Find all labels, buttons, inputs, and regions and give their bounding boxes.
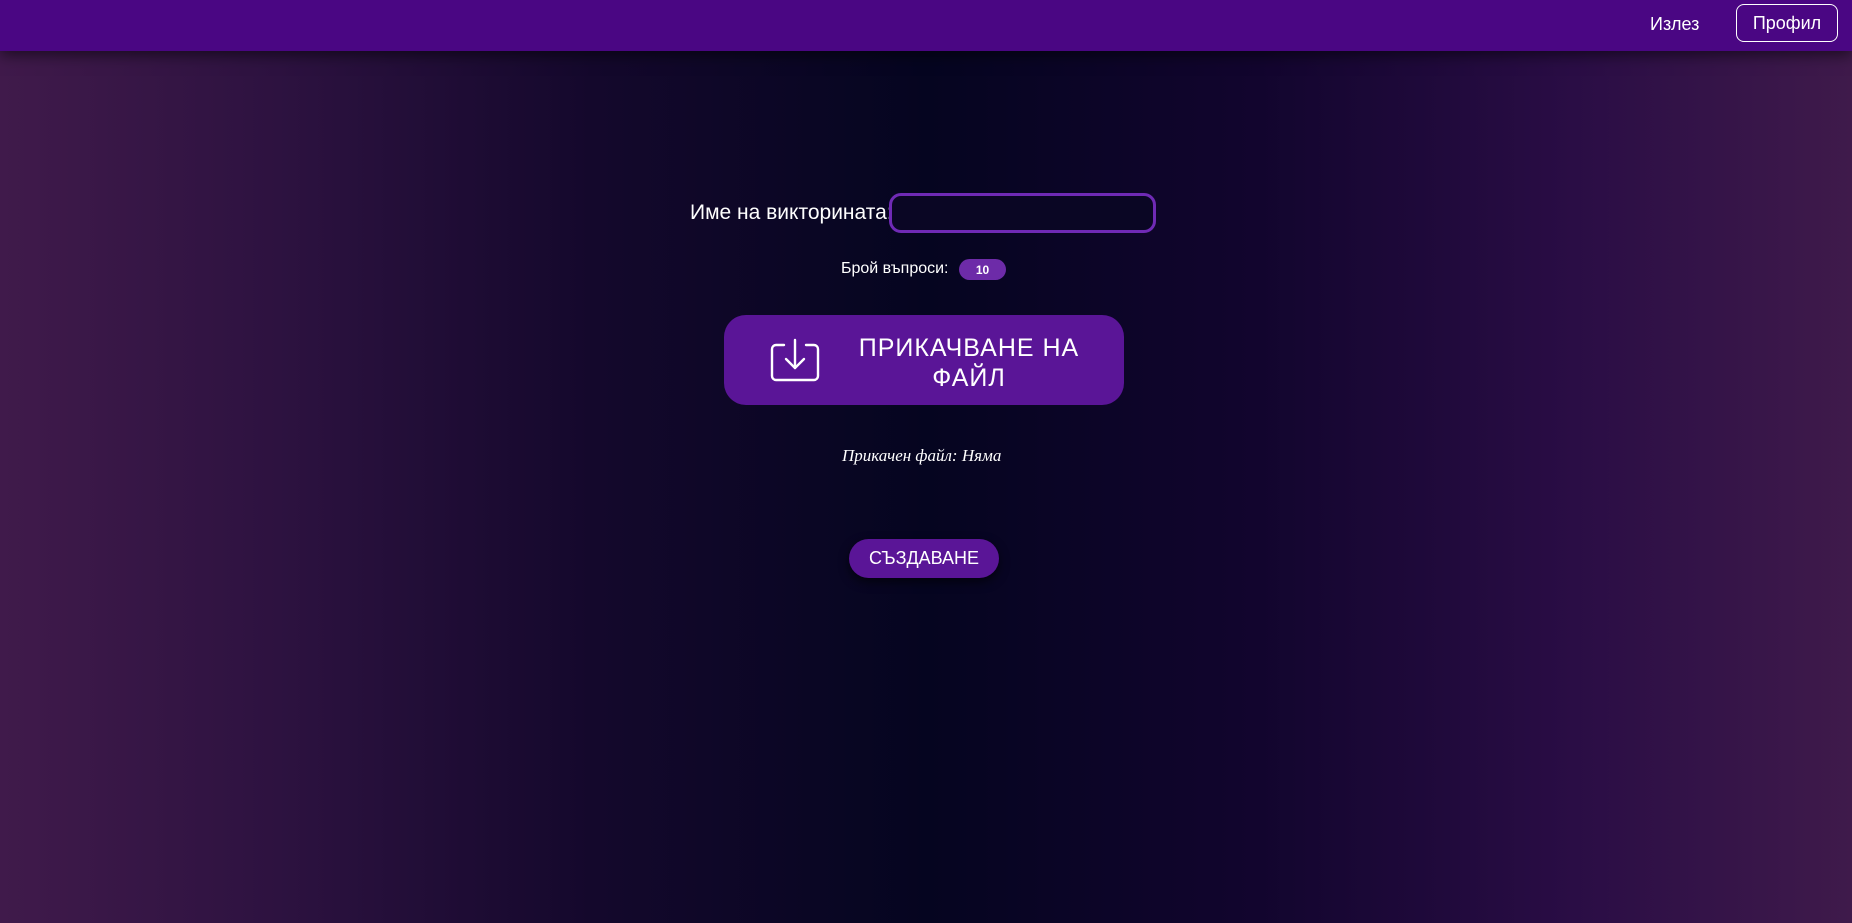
upload-file-button[interactable]: ПРИКАЧВАНЕ НА ФАЙЛ: [724, 315, 1124, 405]
quiz-name-input[interactable]: [889, 193, 1156, 233]
top-navbar: Излез Профил: [0, 0, 1852, 51]
download-tray-icon: [770, 338, 820, 382]
question-count-label: Брой въпроси:: [841, 260, 949, 277]
question-count-selector[interactable]: 10: [959, 259, 1006, 280]
quiz-name-label: Име на викторината:: [690, 201, 893, 224]
create-quiz-button[interactable]: СЪЗДАВАНЕ: [849, 539, 999, 578]
attached-file-text: Прикачен файл: Няма: [842, 446, 1002, 465]
upload-file-label: ПРИКАЧВАНЕ НА ФАЙЛ: [858, 334, 1080, 392]
logout-link[interactable]: Излез: [1650, 14, 1699, 35]
profile-button[interactable]: Профил: [1736, 4, 1838, 42]
